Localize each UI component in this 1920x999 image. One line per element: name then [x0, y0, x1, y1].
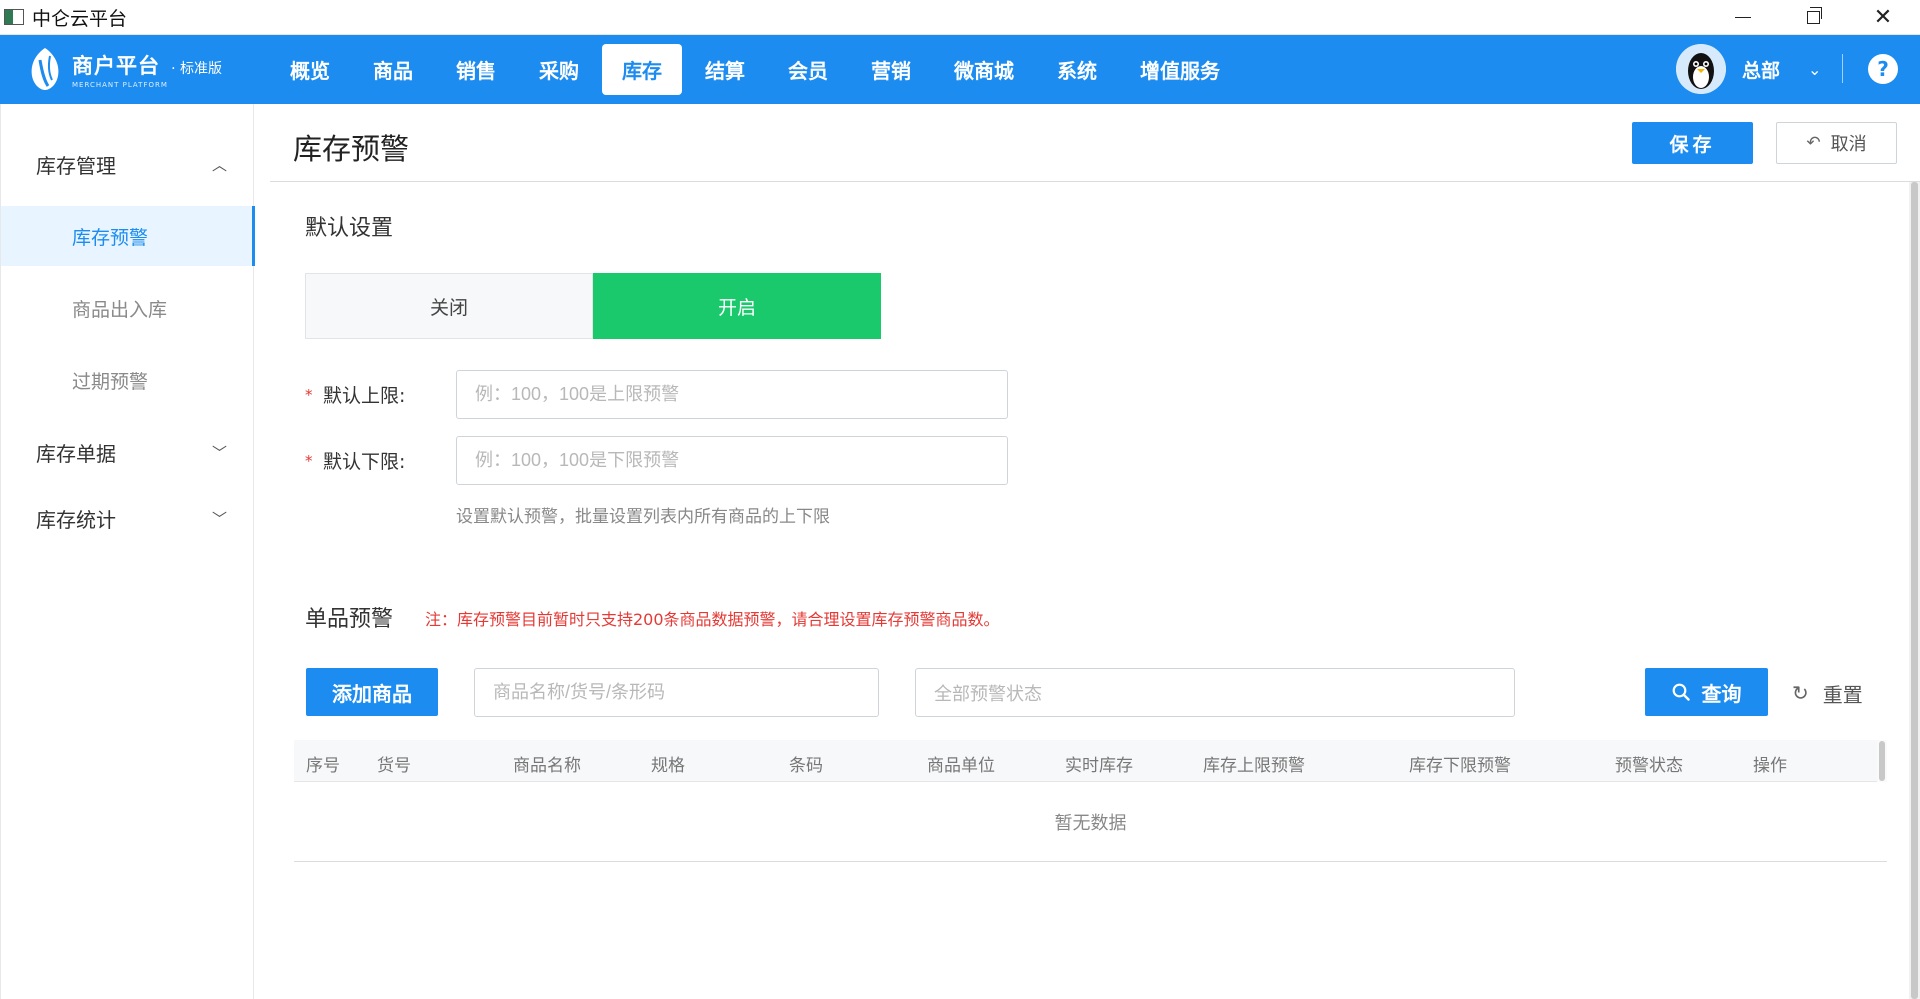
- chevron-down-icon: ﹀: [212, 509, 228, 528]
- close-button[interactable]: ✕: [1848, 0, 1918, 35]
- page-title: 库存预警: [293, 132, 410, 166]
- page-scrollbar-thumb[interactable]: [1911, 182, 1918, 999]
- sidebar-item-expiry-warning[interactable]: 过期预警: [1, 350, 255, 410]
- cancel-button[interactable]: ↶ 取消: [1776, 122, 1897, 164]
- upper-limit-row: * 默认上限:: [305, 370, 1008, 419]
- reset-button[interactable]: ↻ 重置: [1792, 676, 1863, 710]
- column-header-actions: 操作: [1753, 756, 1787, 776]
- page-scrollbar[interactable]: [1909, 182, 1920, 999]
- single-warning-title: 单品预警: [305, 607, 394, 632]
- lower-limit-row: * 默认下限:: [305, 436, 1008, 485]
- lower-limit-label: 默认下限:: [323, 451, 406, 473]
- nav-item-goods[interactable]: 商品: [353, 44, 433, 95]
- column-header-goods-name: 商品名称: [513, 756, 581, 776]
- table-scrollbar-thumb[interactable]: [1879, 741, 1885, 781]
- nav-item-members[interactable]: 会员: [768, 44, 848, 95]
- nav-item-settlement[interactable]: 结算: [685, 44, 765, 95]
- column-header-spec: 规格: [651, 756, 685, 776]
- brand-edition: · 标准版: [171, 60, 222, 77]
- sidebar-group-inventory-management[interactable]: 库存管理 ︿: [1, 134, 255, 194]
- nav-item-micro-mall[interactable]: 微商城: [934, 44, 1034, 95]
- column-header-upper-warning: 库存上限预警: [1203, 756, 1305, 776]
- chevron-down-icon: ﹀: [212, 443, 228, 462]
- nav-menu: 概览 商品 销售 采购 库存 结算 会员 营销 微商城 系统 增值服务: [270, 44, 1243, 95]
- warning-toggle: 关闭 开启: [305, 273, 882, 339]
- warning-status-select[interactable]: 全部预警状态: [915, 668, 1515, 717]
- window-title: 中仑云平台: [32, 7, 128, 30]
- goods-search-input[interactable]: [474, 668, 879, 717]
- user-name: 总部: [1742, 59, 1781, 82]
- nav-item-marketing[interactable]: 营销: [851, 44, 931, 95]
- restore-button[interactable]: [1778, 0, 1848, 35]
- toggle-on-option[interactable]: 开启: [593, 273, 881, 339]
- nav-item-purchase[interactable]: 采购: [519, 44, 599, 95]
- upper-limit-label: 默认上限:: [323, 385, 406, 407]
- sidebar-item-goods-in-out[interactable]: 商品出入库: [1, 278, 255, 338]
- sidebar-item-label: 商品出入库: [72, 298, 168, 321]
- default-settings-title: 默认设置: [305, 216, 394, 241]
- column-header-realtime-stock: 实时库存: [1065, 756, 1133, 776]
- required-mark: *: [305, 385, 313, 404]
- brand-logo-icon: [31, 48, 59, 90]
- sidebar-group-inventory-statistics[interactable]: 库存统计 ﹀: [1, 488, 255, 548]
- minimize-icon: [1735, 17, 1751, 18]
- column-header-lower-warning: 库存下限预警: [1409, 756, 1511, 776]
- cancel-label: 取消: [1830, 134, 1867, 154]
- nav-item-sales[interactable]: 销售: [436, 44, 516, 95]
- brand-name: 商户平台: [72, 53, 160, 78]
- column-header-barcode: 条码: [789, 756, 823, 776]
- avatar: [1676, 44, 1726, 94]
- brand[interactable]: 商户平台 · 标准版 MERCHANT PLATFORM: [28, 46, 222, 92]
- table-empty-row: 暂无数据: [294, 782, 1887, 862]
- single-warning-notice: 注：库存预警目前暂时只支持200条商品数据预警，请合理设置库存预警商品数。: [425, 610, 1000, 629]
- sidebar-group-label: 库存单据: [36, 441, 116, 466]
- brand-text: 商户平台 · 标准版 MERCHANT PLATFORM: [72, 50, 222, 89]
- column-header-unit: 商品单位: [927, 756, 995, 776]
- sidebar-group-label: 库存统计: [36, 507, 116, 532]
- nav-item-overview[interactable]: 概览: [270, 44, 350, 95]
- search-icon: [1672, 683, 1690, 701]
- sidebar-group-inventory-documents[interactable]: 库存单据 ﹀: [1, 422, 255, 482]
- column-header-warning-status: 预警状态: [1615, 756, 1683, 776]
- sidebar-item-label: 过期预警: [72, 370, 149, 393]
- lower-limit-input[interactable]: [456, 436, 1008, 485]
- upper-limit-input[interactable]: [456, 370, 1008, 419]
- minimize-button[interactable]: [1708, 0, 1778, 35]
- refresh-icon: ↻: [1792, 681, 1809, 705]
- sidebar-item-stock-warning[interactable]: 库存预警: [1, 206, 255, 266]
- save-button[interactable]: 保存: [1632, 122, 1753, 164]
- default-settings-hint: 设置默认预警，批量设置列表内所有商品的上下限: [456, 507, 830, 527]
- nav-item-inventory[interactable]: 库存: [602, 44, 682, 95]
- page-header: 库存预警 保存 ↶ 取消: [255, 104, 1920, 182]
- query-button[interactable]: 查询: [1645, 668, 1768, 716]
- sidebar-group-label: 库存管理: [36, 153, 116, 178]
- table-header: 序号 货号 商品名称 规格 条码 商品单位 实时库存 库存上限预警 库存下限预警…: [294, 740, 1887, 782]
- help-icon[interactable]: ?: [1868, 54, 1898, 84]
- user-menu[interactable]: 总部 ⌄: [1676, 43, 1821, 95]
- sidebar-item-label: 库存预警: [72, 226, 149, 249]
- nav-divider: [1842, 54, 1843, 83]
- nav-item-value-added[interactable]: 增值服务: [1120, 44, 1240, 95]
- reset-label: 重置: [1822, 682, 1863, 707]
- top-nav: 商户平台 · 标准版 MERCHANT PLATFORM 概览 商品 销售 采购…: [0, 35, 1920, 104]
- add-goods-button[interactable]: 添加商品: [306, 668, 438, 716]
- column-header-index: 序号: [306, 756, 340, 776]
- warning-table: 序号 货号 商品名称 规格 条码 商品单位 实时库存 库存上限预警 库存下限预警…: [294, 740, 1887, 862]
- window-titlebar: 中仑云平台: [0, 0, 1920, 35]
- nav-item-system[interactable]: 系统: [1037, 44, 1117, 95]
- table-scrollbar[interactable]: [1877, 740, 1887, 782]
- undo-icon: ↶: [1806, 133, 1821, 152]
- sidebar: 库存管理 ︿ 库存预警 商品出入库 过期预警 库存单据 ﹀ 库存统计 ﹀: [0, 104, 255, 999]
- chevron-up-icon: ︿: [212, 155, 228, 174]
- header-divider: [270, 181, 1920, 182]
- restore-icon: [1806, 7, 1822, 24]
- app-icon: [4, 9, 24, 25]
- close-icon: ✕: [1873, 5, 1893, 30]
- chevron-down-icon: ⌄: [1808, 59, 1822, 79]
- brand-subtitle: MERCHANT PLATFORM: [72, 80, 168, 89]
- column-header-item-no: 货号: [377, 756, 411, 776]
- required-mark: *: [305, 451, 313, 470]
- query-label: 查询: [1701, 683, 1742, 706]
- toggle-off-option[interactable]: 关闭: [305, 273, 593, 339]
